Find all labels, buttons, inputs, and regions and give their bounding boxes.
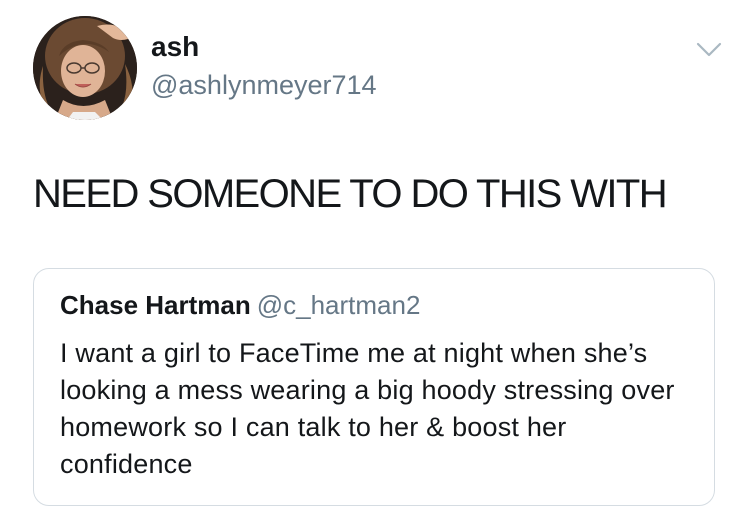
chevron-down-icon[interactable] <box>692 36 726 62</box>
quoted-tweet-header: Chase Hartman @c_hartman2 <box>60 289 420 321</box>
quoted-author-handle[interactable]: @c_hartman2 <box>257 290 421 320</box>
avatar[interactable] <box>33 16 137 120</box>
quoted-tweet-text: I want a girl to FaceTime me at night wh… <box>60 338 675 479</box>
tweet-card: ash @ashlynmeyer714 NEED SOMEONE TO DO T… <box>0 0 750 520</box>
author-handle[interactable]: @ashlynmeyer714 <box>151 68 377 102</box>
author-display-name[interactable]: ash <box>151 30 199 64</box>
avatar-photo <box>33 16 137 120</box>
quoted-author-name[interactable]: Chase Hartman <box>60 290 251 320</box>
quoted-tweet[interactable]: Chase Hartman @c_hartman2 I want a girl t… <box>33 268 715 506</box>
tweet-text: NEED SOMEONE TO DO THIS WITH <box>33 172 668 216</box>
